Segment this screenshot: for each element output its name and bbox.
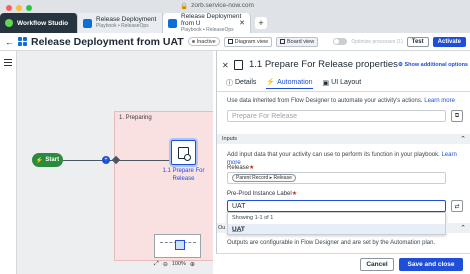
activate-button[interactable]: Activate bbox=[432, 36, 466, 47]
tab-ui-layout[interactable]: ▣ UI Layout bbox=[323, 79, 362, 89]
list-icon[interactable] bbox=[4, 59, 12, 67]
preprod-input[interactable]: UAT bbox=[227, 200, 446, 212]
chevron-up-icon: ⌃ bbox=[460, 225, 466, 232]
data-pill-picker-icon[interactable]: ⇄ bbox=[451, 200, 463, 212]
board-icon bbox=[279, 39, 285, 44]
app-header: ← Release Deployment from UAT Inactive D… bbox=[0, 33, 470, 51]
test-button[interactable]: Test bbox=[406, 36, 429, 47]
lock-icon: 🔒 bbox=[180, 2, 189, 10]
open-external-icon[interactable]: ⧉ bbox=[451, 110, 463, 122]
close-tab-icon[interactable]: ✕ bbox=[239, 19, 245, 27]
activity-icon bbox=[234, 60, 243, 70]
tab-workflow-studio[interactable]: Workflow Studio bbox=[0, 13, 78, 33]
inputs-section-header[interactable]: Inputs ⌃ bbox=[217, 134, 470, 144]
chevron-up-icon: ⌃ bbox=[460, 136, 466, 143]
playbook-icon bbox=[168, 18, 177, 28]
playbook-icon bbox=[83, 18, 92, 28]
panel-footer: Cancel Save and close bbox=[216, 253, 470, 274]
tab-subtitle: Playbook • ReleaseOps bbox=[96, 22, 149, 29]
automation-description: Use data inherited from Flow Designer to… bbox=[227, 98, 455, 104]
lane-title: 1. Preparing bbox=[119, 115, 152, 121]
tab-release-deployment-from-uat[interactable]: Release Deployment from U Playbook • Rel… bbox=[163, 13, 251, 33]
diagram-icon bbox=[227, 39, 233, 44]
automation-field: Prepare For Release bbox=[227, 110, 446, 122]
zoom-controls: ⤢ ⊖ 100% ⊕ bbox=[154, 259, 204, 269]
new-tab-button[interactable]: + bbox=[255, 17, 267, 29]
panel-title: 1.1 Prepare For Release properties bbox=[249, 59, 398, 70]
save-and-close-button[interactable]: Save and close bbox=[399, 258, 463, 271]
panel-tabs: ⓘ Details ⚡ Automation ▣ UI Layout bbox=[226, 79, 361, 89]
tab-details[interactable]: ⓘ Details bbox=[226, 79, 256, 89]
browser-chrome: 🔒 zorb.service-now.com Workflow Studio R… bbox=[0, 0, 470, 33]
tab-title: Release Deployment from U bbox=[181, 12, 242, 28]
minimap[interactable] bbox=[154, 234, 201, 258]
diagram-canvas[interactable]: 1. Preparing ⚡ Start + 1.1 Prepare For R… bbox=[17, 51, 213, 274]
info-icon: ⓘ bbox=[226, 79, 233, 87]
tab-title: Workflow Studio bbox=[17, 19, 69, 27]
page-title: Release Deployment from UAT bbox=[31, 35, 184, 48]
start-node[interactable]: ⚡ Start bbox=[32, 153, 63, 167]
tab-release-deployment[interactable]: Release Deployment Playbook • ReleaseOps bbox=[78, 13, 163, 33]
preprod-label: Pre-Prod Instance Label★ bbox=[227, 191, 298, 197]
show-additional-options-link[interactable]: ⚙ Show additional options bbox=[398, 62, 468, 68]
url-text: zorb.service-now.com bbox=[191, 2, 254, 9]
status-badge: Inactive bbox=[187, 37, 220, 46]
left-rail bbox=[0, 51, 17, 274]
minimap-viewport bbox=[175, 240, 185, 250]
address-bar[interactable]: 🔒 zorb.service-now.com bbox=[180, 1, 254, 10]
inputs-description: Add input data that your activity can us… bbox=[227, 152, 457, 167]
release-label: Release★ bbox=[227, 165, 255, 171]
zoom-level: 100% bbox=[171, 261, 186, 267]
fit-view-icon[interactable]: ⤢ bbox=[154, 261, 159, 268]
cancel-button[interactable]: Cancel bbox=[360, 258, 394, 271]
activity-label[interactable]: 1.1 Prepare For Release bbox=[156, 168, 211, 183]
dropdown-count: Showing 1-1 of 1 bbox=[232, 215, 274, 221]
close-panel-icon[interactable]: ✕ bbox=[222, 61, 229, 70]
autocomplete-dropdown: Showing 1-1 of 1 UAT bbox=[227, 212, 446, 235]
board-view-button[interactable]: Board view bbox=[275, 36, 319, 47]
add-step-button[interactable]: + bbox=[102, 156, 110, 164]
browser-tabs: Workflow Studio Release Deployment Playb… bbox=[0, 11, 470, 33]
zoom-out-icon[interactable]: ⊖ bbox=[163, 261, 168, 268]
lightning-icon: ⚡ bbox=[35, 157, 44, 164]
servicenow-logo-icon bbox=[5, 19, 13, 27]
optimize-toggle[interactable] bbox=[333, 38, 348, 45]
outputs-section-chevron[interactable]: ⌃ bbox=[446, 223, 470, 233]
diagram-view-button[interactable]: Diagram view bbox=[223, 36, 272, 47]
release-field[interactable]: Parent Record ▸ Release bbox=[227, 172, 446, 184]
dropdown-option[interactable]: UAT bbox=[228, 224, 445, 234]
layout-icon: ▣ bbox=[322, 79, 330, 87]
activity-node[interactable] bbox=[171, 140, 196, 165]
playbook-grid-icon bbox=[18, 37, 27, 46]
outputs-description: Outputs are configurable in Flow Designe… bbox=[227, 240, 436, 246]
learn-more-link[interactable]: Learn more bbox=[424, 98, 455, 104]
outputs-section-header[interactable]: Ou bbox=[217, 223, 227, 233]
divider bbox=[217, 91, 470, 92]
optimize-label: Optimize processes (1) bbox=[351, 38, 403, 45]
activity-search-icon bbox=[178, 146, 191, 161]
tab-automation[interactable]: ⚡ Automation bbox=[266, 79, 313, 89]
zoom-in-icon[interactable]: ⊕ bbox=[190, 261, 195, 268]
parent-record-chip[interactable]: Parent Record ▸ Release bbox=[232, 174, 296, 182]
back-arrow-icon[interactable]: ← bbox=[5, 37, 14, 47]
properties-panel: ✕ 1.1 Prepare For Release properties ⚙ S… bbox=[216, 51, 470, 274]
lightning-icon: ⚡ bbox=[266, 79, 276, 86]
